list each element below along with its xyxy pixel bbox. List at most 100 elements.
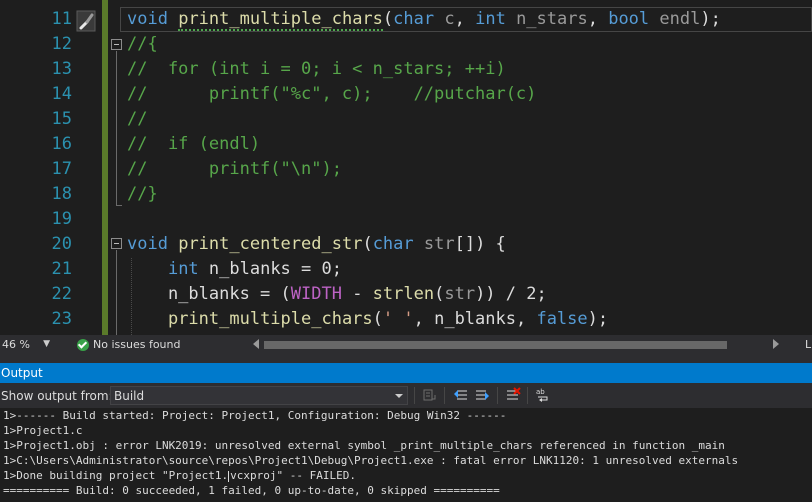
line-number: 19 (51, 209, 72, 229)
output-line: 1>Project1.obj : error LNK2019: unresolv… (3, 439, 725, 452)
code-token: print_multiple_chars (178, 9, 383, 31)
issues-status[interactable]: No issues found (93, 338, 180, 352)
code-token: // printf("%c", c); //putchar(c) (127, 84, 537, 104)
code-token: // printf("\n"); (127, 159, 342, 179)
code-line[interactable]: //{ (127, 32, 158, 57)
code-line[interactable]: // printf("%c", c); //putchar(c) (127, 82, 536, 107)
word-wrap-icon[interactable]: ab (535, 387, 551, 403)
code-token: //} (127, 184, 158, 204)
code-token: int (167, 259, 199, 279)
line-number-gutter: 11 12 13 14 15 16 17 18 19 20 21 22 23 (0, 0, 72, 335)
output-source-dropdown[interactable]: Build (110, 386, 408, 405)
output-text-segment: 1>Done building project "Project1. (3, 469, 229, 482)
code-token: ); (700, 9, 721, 29)
check-circle-icon[interactable] (77, 339, 89, 351)
zoom-value: 46 % (2, 338, 30, 351)
code-editor[interactable]: 11 12 13 14 15 16 17 18 19 20 21 22 23 void print_mu… (0, 0, 812, 335)
scrollbar-thumb[interactable] (264, 341, 727, 349)
line-number: 11 (51, 9, 72, 29)
line-number: 22 (51, 284, 72, 304)
code-line[interactable]: //} (127, 182, 158, 207)
code-token: // if (endl) (127, 134, 261, 154)
code-token: []) { (454, 234, 506, 254)
code-token: //{ (127, 34, 158, 54)
code-token: ); (587, 309, 609, 329)
line-number: 21 (51, 259, 72, 279)
code-line[interactable]: void print_centered_str(char str[]) { (127, 232, 506, 257)
line-number: 13 (51, 59, 72, 79)
chevron-down-icon: ▼ (43, 339, 50, 349)
code-token: - (341, 284, 373, 304)
line-number: 20 (51, 234, 72, 254)
clear-all-icon[interactable] (505, 387, 521, 403)
code-token: strlen (372, 284, 435, 304)
fold-region-line (116, 250, 117, 335)
paintbrush-icon[interactable] (76, 10, 96, 32)
code-token: ( (362, 234, 373, 254)
output-line: 1>Done building project "Project1. vcxpro… (3, 468, 356, 483)
line-indicator: L (805, 338, 812, 351)
prev-message-icon[interactable] (453, 387, 469, 403)
toolbar-separator (414, 387, 415, 404)
code-token: c (444, 9, 455, 29)
fold-region-end (116, 205, 122, 206)
code-line[interactable]: // (127, 107, 147, 132)
panel-splitter[interactable] (0, 355, 812, 363)
code-token: )) / 2; (475, 284, 547, 304)
code-token: WIDTH (290, 284, 342, 304)
code-token: str (423, 234, 455, 254)
code-token: n_blanks = ( (127, 284, 291, 304)
code-token: , (454, 9, 476, 29)
code-line[interactable]: // if (endl) (127, 132, 260, 157)
code-line[interactable]: void print_multiple_chars(char c, int n_… (127, 7, 721, 32)
code-line[interactable]: int n_blanks = 0; (127, 257, 342, 282)
scroll-left-icon[interactable] (253, 339, 259, 349)
next-message-icon[interactable] (474, 387, 490, 403)
svg-text:ab: ab (536, 388, 545, 396)
code-token: ( (382, 9, 394, 29)
code-token: // for (int i = 0; i < n_stars; ++i) (127, 59, 506, 79)
line-number: 15 (51, 109, 72, 129)
code-line[interactable]: // printf("\n"); (127, 157, 342, 182)
output-line: 1>C:\Users\Administrator\source\repos\Pr… (3, 454, 739, 467)
horizontal-scrollbar[interactable] (264, 341, 727, 349)
zoom-dropdown[interactable]: 46 % ▼ (0, 337, 52, 352)
output-line: ========== Build: 0 succeeded, 1 failed,… (3, 484, 500, 497)
code-token: endl (659, 9, 701, 29)
output-text-area[interactable]: 1>------ Build started: Project: Project… (0, 408, 812, 502)
line-number: 16 (51, 134, 72, 154)
code-token: , (587, 9, 609, 29)
code-token: char (372, 234, 414, 254)
scroll-right-icon[interactable] (773, 339, 779, 349)
code-token: false (536, 309, 588, 329)
code-token: char (393, 9, 435, 29)
output-text-segment: vcxproj" -- FAILED. (230, 469, 357, 482)
output-line: 1>Project1.c (3, 424, 83, 437)
output-line: 1>------ Build started: Project: Project… (3, 409, 507, 422)
output-panel-title[interactable]: Output (0, 363, 812, 383)
code-line[interactable]: n_blanks = (WIDTH - strlen(str)) / 2; (127, 282, 547, 307)
code-token: print_centered_str (178, 234, 363, 254)
collapse-toggle[interactable] (111, 39, 122, 50)
collapse-toggle[interactable] (111, 238, 122, 249)
find-message-icon[interactable] (422, 387, 438, 403)
code-line[interactable]: // for (int i = 0; i < n_stars; ++i) (127, 57, 506, 82)
fold-region-line (116, 51, 117, 205)
line-number: 17 (51, 159, 72, 179)
toolbar-separator (497, 387, 498, 404)
code-token: ( (372, 309, 383, 329)
output-source-value: Build (114, 389, 145, 403)
code-token: str (444, 284, 476, 304)
code-token: bool (608, 9, 650, 29)
toolbar-separator (527, 387, 528, 404)
line-number: 14 (51, 84, 72, 104)
code-token: , n_blanks, (413, 309, 537, 329)
toolbar-separator (444, 387, 445, 404)
code-token: print_multiple_chars (167, 309, 373, 329)
code-token: ' ' (382, 309, 414, 329)
code-line[interactable]: print_multiple_chars(' ', n_blanks, fals… (127, 307, 608, 332)
